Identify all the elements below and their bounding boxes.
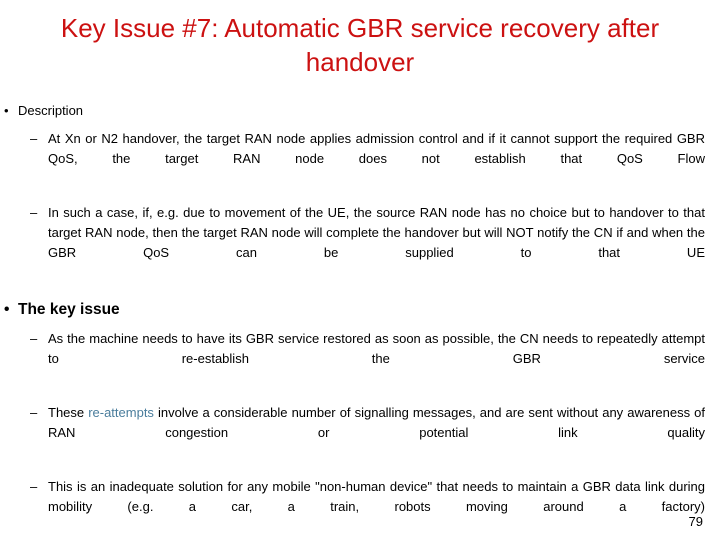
list-item-text: These re-attempts involve a considerable…: [48, 403, 705, 463]
list-item: – As the machine needs to have its GBR s…: [0, 329, 720, 389]
bullet-dash-icon: –: [30, 331, 38, 346]
page-number: 79: [688, 514, 703, 529]
bullet-dash-icon: –: [30, 205, 38, 220]
list-item: – These re-attempts involve a considerab…: [0, 403, 720, 463]
slide-title: Key Issue #7: Automatic GBR service reco…: [60, 13, 660, 77]
list-item-text: In such a case, if, e.g. due to movement…: [48, 205, 705, 260]
section-heading-description: • Description: [0, 101, 720, 121]
section-description: • Description – At Xn or N2 handover, the…: [0, 101, 720, 283]
section-heading-key-issue: • The key issue: [0, 299, 720, 321]
list-item: – This is an inadequate solution for any…: [0, 477, 720, 537]
list-item-text: As the machine needs to have its GBR ser…: [48, 331, 705, 366]
bullet-dot-icon: •: [4, 301, 10, 318]
list-item: – In such a case, if, e.g. due to moveme…: [0, 203, 720, 283]
section-key-issue: • The key issue – As the machine needs to…: [0, 299, 720, 537]
slide-body: • Description – At Xn or N2 handover, the…: [0, 101, 720, 551]
list-item: – At Xn or N2 handover, the target RAN n…: [0, 129, 720, 189]
section-heading-label: The key issue: [18, 301, 120, 318]
bullet-dash-icon: –: [30, 405, 38, 420]
list-item-text: At Xn or N2 handover, the target RAN nod…: [48, 131, 705, 166]
section-heading-label: Description: [18, 103, 84, 118]
bullet-dash-icon: –: [30, 479, 38, 494]
highlighted-term: re-attempts: [88, 405, 154, 420]
bullet-dash-icon: –: [30, 131, 38, 146]
list-item-text: This is an inadequate solution for any m…: [48, 479, 705, 514]
bullet-dot-icon: •: [4, 103, 9, 118]
list-item-text-before: These: [48, 405, 89, 420]
slide: Key Issue #7: Automatic GBR service reco…: [0, 0, 720, 540]
